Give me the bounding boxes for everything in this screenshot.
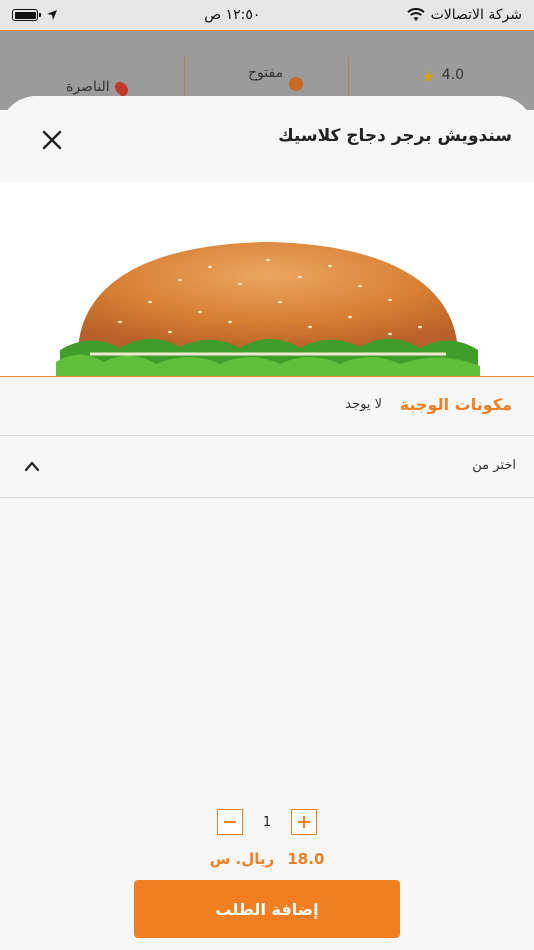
item-detail-sheet: سندويش برجر دجاج كلاسيك مكونات الوجبة لا… [0,96,534,950]
plus-icon [298,816,310,828]
add-to-order-button[interactable]: إضافة الطلب [134,880,400,938]
location-arrow-icon [47,10,57,20]
price-currency: ريال. س [209,850,275,868]
options-section-header[interactable]: اختر من [0,436,534,498]
close-button[interactable] [38,126,66,154]
status-bar: ١٢:٥٠ ص شركة الاتصالات [0,0,534,30]
carrier-name: شركة الاتصالات [430,7,522,23]
item-image [0,182,534,376]
rating-value: 4.0 [441,67,464,83]
clock-icon [289,77,304,91]
close-icon [42,130,62,150]
location-name: الناصرة [66,79,110,95]
location-pin-icon [111,79,131,98]
quantity-stepper: 1 [217,809,317,835]
star-icon: ★ [421,67,436,86]
open-status: مفتوح [248,65,284,81]
battery-icon [12,9,41,21]
ingredients-label: مكونات الوجبة [399,395,512,414]
chevron-up-icon[interactable] [24,460,40,472]
ingredients-value: لا يوجد [345,397,382,412]
minus-icon [224,821,236,823]
wifi-icon [406,8,425,21]
decrement-button[interactable] [217,809,243,835]
burger-image [56,242,480,376]
ingredients-row: مكونات الوجبة لا يوجد [0,376,534,436]
status-left [12,9,58,21]
price-value: 18.0 [287,850,325,868]
sheet-header: سندويش برجر دجاج كلاسيك [0,96,534,182]
increment-button[interactable] [291,809,317,835]
item-title: سندويش برجر دجاج كلاسيك [278,126,512,146]
status-right: شركة الاتصالات [406,7,522,23]
options-label: اختر من [472,458,516,473]
status-time: ١٢:٥٠ ص [204,7,261,23]
quantity-value: 1 [262,814,272,830]
item-price: 18.0 ريال. س [0,850,534,868]
